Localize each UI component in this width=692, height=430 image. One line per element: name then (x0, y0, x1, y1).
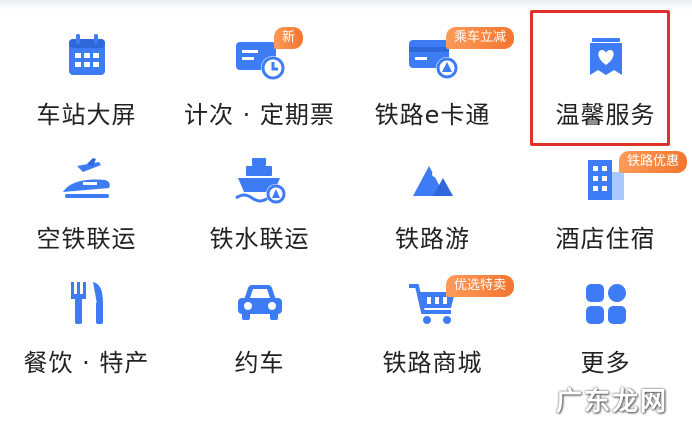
new-badge: 新 (274, 27, 304, 49)
fork-knife-icon (59, 276, 115, 332)
grid-item-rail-water-transport[interactable]: 铁水联运 (173, 124, 346, 253)
grid-item-label: 约车 (234, 349, 285, 377)
service-grid-panel: 车站大屏 新 计次 · 定期票 乘车立减 铁路e卡通 温馨服务 空铁联运 铁水联… (0, 0, 692, 430)
grid-item-rail-mall[interactable]: 优选特卖 铁路商城 (346, 248, 519, 377)
car-icon (232, 276, 288, 332)
grid-item-counted-periodic-ticket[interactable]: 新 计次 · 定期票 (173, 0, 346, 129)
grid-item-more[interactable]: 更多 (519, 248, 692, 377)
plane-train-icon (59, 152, 115, 208)
more-grid-icon (578, 276, 634, 332)
calendar-screen-icon (59, 28, 115, 84)
highlight-frame (530, 10, 670, 146)
ship-rail-icon (232, 152, 288, 208)
grid-item-ride-hailing[interactable]: 约车 (173, 248, 346, 377)
mountain-travel-icon (405, 152, 461, 208)
grid-item-rail-travel[interactable]: 铁路游 (346, 124, 519, 253)
grid-item-label: 铁路商城 (382, 349, 483, 377)
grid-item-station-screen[interactable]: 车站大屏 (0, 0, 173, 129)
discount-badge: 乘车立减 (446, 27, 515, 49)
special-sale-badge: 优选特卖 (446, 275, 515, 297)
grid-item-rail-ecard[interactable]: 乘车立减 铁路e卡通 (346, 0, 519, 129)
grid-item-air-rail-transport[interactable]: 空铁联运 (0, 124, 173, 253)
grid-item-food-specialties[interactable]: 餐饮 · 特产 (0, 248, 173, 377)
watermark-text: 广东龙网 (555, 387, 668, 417)
rail-discount-badge: 铁路优惠 (619, 151, 688, 173)
grid-item-label: 更多 (580, 349, 631, 377)
grid-item-label: 餐饮 · 特产 (23, 349, 150, 377)
